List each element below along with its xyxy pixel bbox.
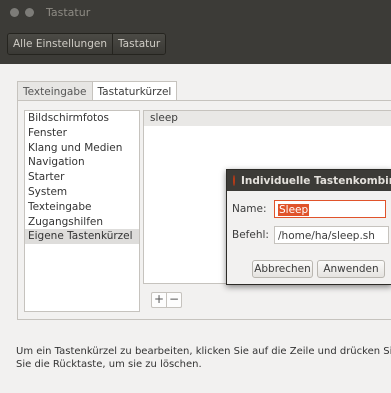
window-titlebar: Tastatur bbox=[0, 0, 391, 24]
name-row: Name: Sleep bbox=[227, 200, 386, 218]
category-item-accessibility[interactable]: Zugangshilfen bbox=[25, 215, 139, 230]
list-buttons: + − bbox=[151, 292, 182, 308]
category-item-navigation[interactable]: Navigation bbox=[25, 155, 139, 170]
custom-shortcut-dialog: Individuelle Tastenkombin Name: Sleep Be… bbox=[226, 169, 391, 285]
category-item-sound-media[interactable]: Klang und Medien bbox=[25, 141, 139, 156]
help-text: Um ein Tastenkürzel zu bearbeiten, klick… bbox=[16, 345, 391, 371]
category-item-system[interactable]: System bbox=[25, 185, 139, 200]
help-text-line-1: Um ein Tastenkürzel zu bearbeiten, klick… bbox=[16, 346, 391, 357]
tab-text-input[interactable]: Texteingabe bbox=[17, 81, 93, 101]
tab-shortcuts[interactable]: Tastaturkürzel bbox=[92, 81, 178, 101]
help-text-line-2: Sie die Rücktaste, um sie zu löschen. bbox=[16, 359, 202, 370]
dialog-titlebar: Individuelle Tastenkombin bbox=[227, 170, 391, 191]
tab-bar: Texteingabe Tastaturkürzel bbox=[17, 81, 178, 101]
category-item-screenshots[interactable]: Bildschirmfotos bbox=[25, 111, 139, 126]
name-field[interactable]: Sleep bbox=[274, 200, 386, 218]
cancel-button[interactable]: Abbrechen bbox=[252, 260, 313, 278]
breadcrumb-keyboard[interactable]: Tastatur bbox=[112, 34, 166, 54]
window-title: Tastatur bbox=[46, 5, 91, 19]
breadcrumb-all-settings[interactable]: Alle Einstellungen bbox=[8, 34, 112, 54]
add-shortcut-button[interactable]: + bbox=[152, 293, 166, 307]
dialog-title: Individuelle Tastenkombin bbox=[241, 174, 391, 187]
command-label: Befehl: bbox=[232, 229, 269, 241]
category-item-custom-shortcuts[interactable]: Eigene Tastenkürzel bbox=[25, 229, 139, 245]
name-field-value: Sleep bbox=[278, 204, 310, 216]
minimize-window-button[interactable] bbox=[25, 7, 34, 17]
toolbar: Alle Einstellungen Tastatur bbox=[0, 24, 391, 64]
close-window-button[interactable] bbox=[10, 7, 19, 17]
shortcut-row[interactable]: sleep bbox=[144, 111, 391, 126]
category-item-windows[interactable]: Fenster bbox=[25, 126, 139, 141]
command-field[interactable]: /home/ha/sleep.sh bbox=[274, 226, 389, 244]
remove-shortcut-button[interactable]: − bbox=[166, 293, 181, 307]
category-item-text-input[interactable]: Texteingabe bbox=[25, 200, 139, 215]
category-item-launchers[interactable]: Starter bbox=[25, 170, 139, 185]
category-list: Bildschirmfotos Fenster Klang und Medien… bbox=[24, 110, 140, 312]
apply-button[interactable]: Anwenden bbox=[317, 260, 385, 278]
name-label: Name: bbox=[232, 203, 267, 215]
command-row: Befehl: /home/ha/sleep.sh bbox=[227, 226, 389, 244]
breadcrumb: Alle Einstellungen Tastatur bbox=[7, 33, 167, 55]
dialog-close-button[interactable] bbox=[233, 175, 235, 186]
